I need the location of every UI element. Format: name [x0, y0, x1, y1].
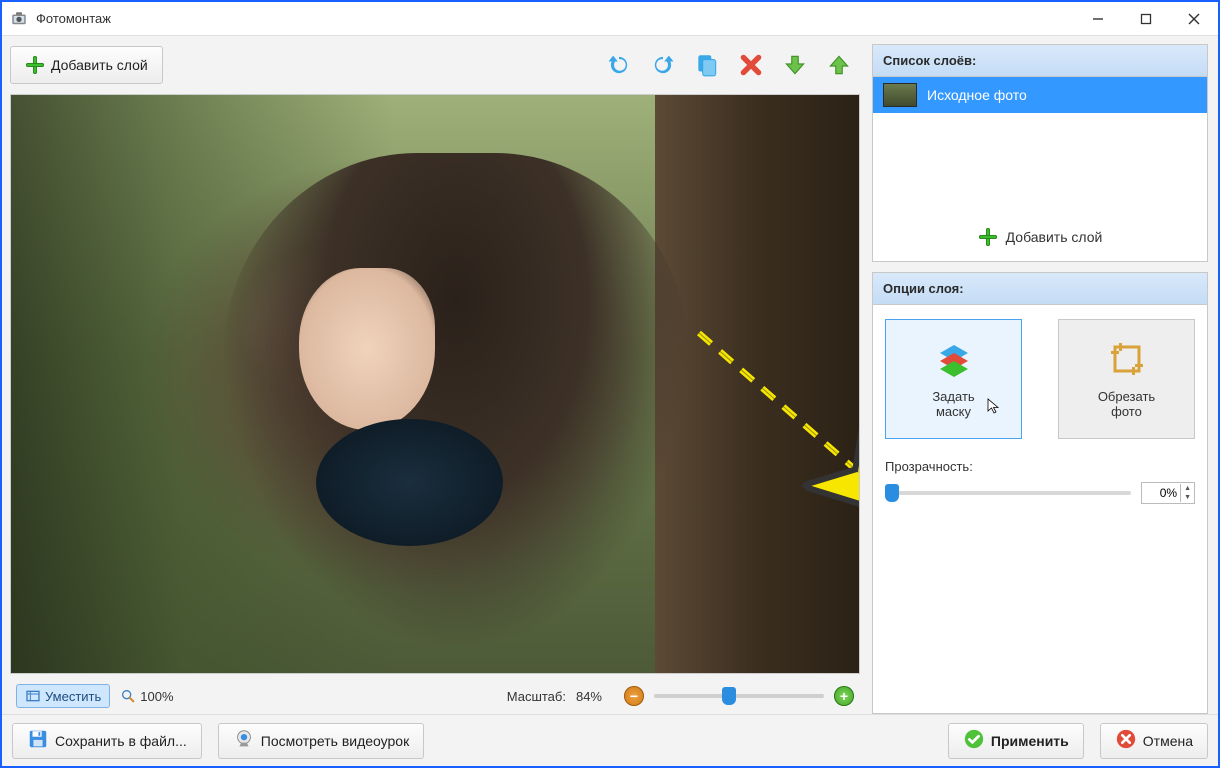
- app-window: Фотомонтаж Добавить слой: [0, 0, 1220, 768]
- footer: Сохранить в файл... Посмотреть видеоурок…: [2, 714, 1218, 766]
- delete-icon[interactable]: [736, 50, 766, 80]
- zoom-slider[interactable]: [654, 694, 824, 698]
- app-icon: [10, 10, 28, 28]
- left-pane: Добавить слой: [2, 36, 868, 714]
- close-button[interactable]: [1170, 2, 1218, 35]
- maximize-button[interactable]: [1122, 2, 1170, 35]
- opacity-input[interactable]: [1142, 486, 1180, 500]
- add-layer-row[interactable]: Добавить слой: [873, 217, 1207, 261]
- cancel-icon: [1115, 728, 1137, 753]
- options-header: Опции слоя:: [873, 273, 1207, 305]
- spin-down[interactable]: ▼: [1181, 493, 1194, 502]
- zoom-100-label: 100%: [140, 689, 173, 704]
- opacity-label: Прозрачность:: [885, 459, 1195, 474]
- layer-thumbnail: [883, 83, 917, 107]
- canvas-image-detail: [316, 419, 503, 546]
- add-layer-button[interactable]: Добавить слой: [10, 46, 163, 84]
- opacity-spinbox[interactable]: ▲ ▼: [1141, 482, 1195, 504]
- magnifier-icon: [120, 688, 136, 704]
- copy-icon[interactable]: [692, 50, 722, 80]
- layers-header: Список слоёв:: [873, 45, 1207, 77]
- apply-label: Применить: [991, 733, 1069, 749]
- canvas-image-detail: [223, 153, 689, 644]
- layer-item[interactable]: Исходное фото: [873, 77, 1207, 113]
- set-mask-tile[interactable]: Задать маску: [885, 319, 1022, 439]
- scale-label: Масштаб:: [507, 689, 566, 704]
- add-layer-label: Добавить слой: [51, 57, 148, 73]
- toolbar: Добавить слой: [10, 44, 860, 86]
- layer-item-label: Исходное фото: [927, 87, 1027, 103]
- plus-icon: [25, 55, 45, 75]
- cursor-icon: [987, 398, 1003, 414]
- zoom-bar: Уместить 100% Масштаб: 84% − +: [10, 678, 860, 714]
- redo-icon[interactable]: [648, 50, 678, 80]
- add-layer-label: Добавить слой: [1006, 229, 1103, 245]
- canvas[interactable]: [10, 94, 860, 674]
- options-panel: Опции слоя: Задать маску: [872, 272, 1208, 714]
- fit-button[interactable]: Уместить: [16, 684, 110, 708]
- fit-icon: [25, 688, 41, 704]
- layer-up-icon[interactable]: [824, 50, 854, 80]
- set-mask-label: Задать маску: [932, 389, 974, 419]
- watch-video-button[interactable]: Посмотреть видеоурок: [218, 723, 424, 759]
- spin-up[interactable]: ▲: [1181, 484, 1194, 493]
- fit-label: Уместить: [45, 689, 101, 704]
- cancel-button[interactable]: Отмена: [1100, 723, 1208, 759]
- crop-icon: [1107, 339, 1147, 379]
- crop-photo-label: Обрезать фото: [1098, 389, 1155, 419]
- zoom-100-button[interactable]: 100%: [120, 688, 173, 704]
- save-file-button[interactable]: Сохранить в файл...: [12, 723, 202, 759]
- save-icon: [27, 728, 49, 753]
- scale-value: 84%: [576, 689, 602, 704]
- window-title: Фотомонтаж: [36, 11, 1074, 26]
- body: Добавить слой: [2, 36, 1218, 714]
- layers-stack-icon: [934, 339, 974, 379]
- minimize-button[interactable]: [1074, 2, 1122, 35]
- canvas-image-detail: [299, 268, 435, 430]
- watch-video-label: Посмотреть видеоурок: [261, 733, 409, 749]
- zoom-slider-thumb[interactable]: [722, 687, 736, 705]
- title-bar: Фотомонтаж: [2, 2, 1218, 36]
- save-file-label: Сохранить в файл...: [55, 733, 187, 749]
- webcam-icon: [233, 728, 255, 753]
- layers-panel: Список слоёв: Исходное фото Добавить сло…: [872, 44, 1208, 262]
- plus-icon: [978, 227, 998, 247]
- cancel-label: Отмена: [1143, 733, 1193, 749]
- zoom-out-button[interactable]: −: [624, 686, 644, 706]
- window-controls: [1074, 2, 1218, 35]
- opacity-slider-thumb[interactable]: [885, 484, 899, 502]
- layer-down-icon[interactable]: [780, 50, 810, 80]
- zoom-in-button[interactable]: +: [834, 686, 854, 706]
- apply-button[interactable]: Применить: [948, 723, 1084, 759]
- layer-list[interactable]: Исходное фото: [873, 77, 1207, 217]
- opacity-slider[interactable]: [885, 491, 1131, 495]
- check-icon: [963, 728, 985, 753]
- undo-icon[interactable]: [604, 50, 634, 80]
- crop-photo-tile[interactable]: Обрезать фото: [1058, 319, 1195, 439]
- right-pane: Список слоёв: Исходное фото Добавить сло…: [868, 36, 1218, 714]
